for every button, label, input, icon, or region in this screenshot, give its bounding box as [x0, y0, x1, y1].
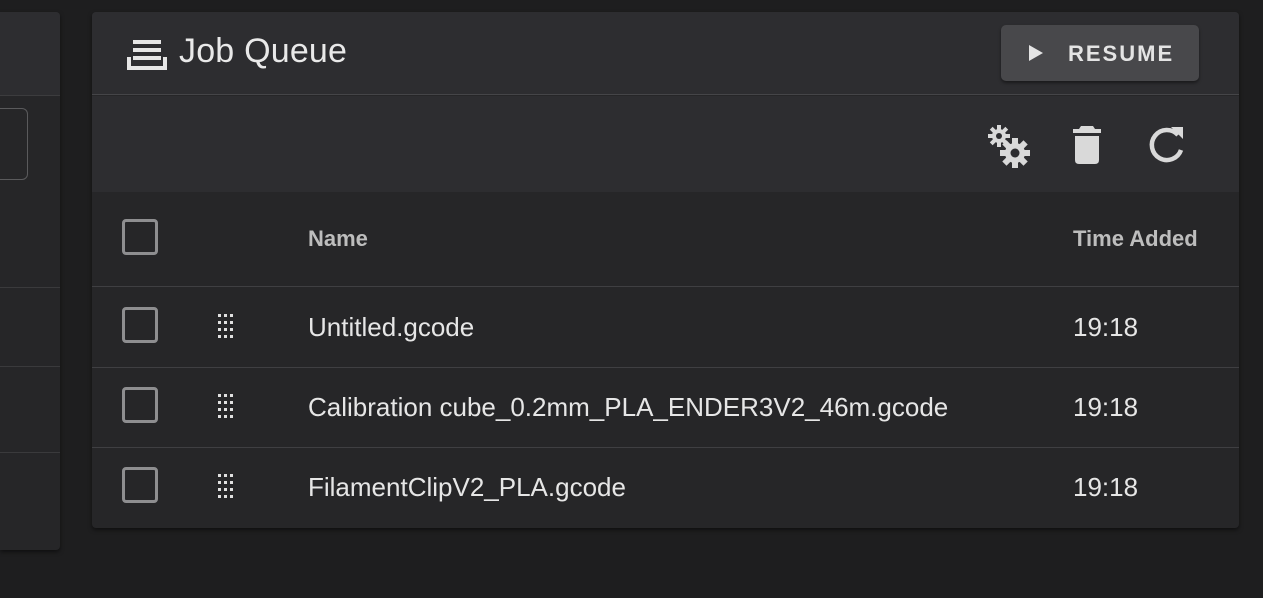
job-time-added: 19:18: [1073, 392, 1139, 422]
job-queue-card: Job Queue RESUME Name Time Added Untitle…: [92, 12, 1239, 528]
job-name: FilamentClipV2_PLA.gcode: [308, 472, 626, 502]
resume-button-label: RESUME: [1068, 41, 1175, 66]
drag-handle-icon[interactable]: [216, 472, 240, 504]
card-header: Job Queue RESUME: [92, 12, 1239, 95]
job-time-added: 19:18: [1073, 472, 1139, 502]
page-title: Job Queue: [179, 32, 348, 70]
drag-handle-icon[interactable]: [216, 392, 240, 424]
left-panel-header: [0, 12, 60, 96]
queue-toolbar: [92, 96, 1239, 192]
drag-handle-icon[interactable]: [216, 312, 240, 344]
left-panel-input[interactable]: [0, 108, 28, 180]
table-row[interactable]: FilamentClipV2_PLA.gcode 19:18: [92, 448, 1239, 528]
left-panel: [0, 12, 60, 550]
job-name: Untitled.gcode: [308, 312, 475, 342]
table-row[interactable]: Untitled.gcode 19:18: [92, 288, 1239, 368]
table-header: Name Time Added: [92, 192, 1239, 287]
column-header-name[interactable]: Name: [308, 226, 368, 252]
row-checkbox[interactable]: [122, 307, 158, 343]
refresh-button[interactable]: [1143, 122, 1191, 170]
settings-button[interactable]: [985, 122, 1033, 170]
tray-full-icon: [126, 39, 168, 71]
job-name: Calibration cube_0.2mm_PLA_ENDER3V2_46m.…: [308, 392, 949, 422]
row-checkbox[interactable]: [122, 387, 158, 423]
left-panel-divider: [0, 452, 60, 453]
play-icon: [1028, 44, 1044, 62]
delete-button[interactable]: [1063, 122, 1111, 170]
select-all-checkbox[interactable]: [122, 219, 158, 255]
job-time-added: 19:18: [1073, 312, 1139, 342]
left-panel-divider: [0, 366, 60, 367]
left-panel-divider: [0, 287, 60, 288]
row-checkbox[interactable]: [122, 467, 158, 503]
table-row[interactable]: Calibration cube_0.2mm_PLA_ENDER3V2_46m.…: [92, 368, 1239, 448]
column-header-time-added[interactable]: Time Added: [1073, 226, 1198, 252]
resume-button[interactable]: RESUME: [1001, 25, 1199, 81]
